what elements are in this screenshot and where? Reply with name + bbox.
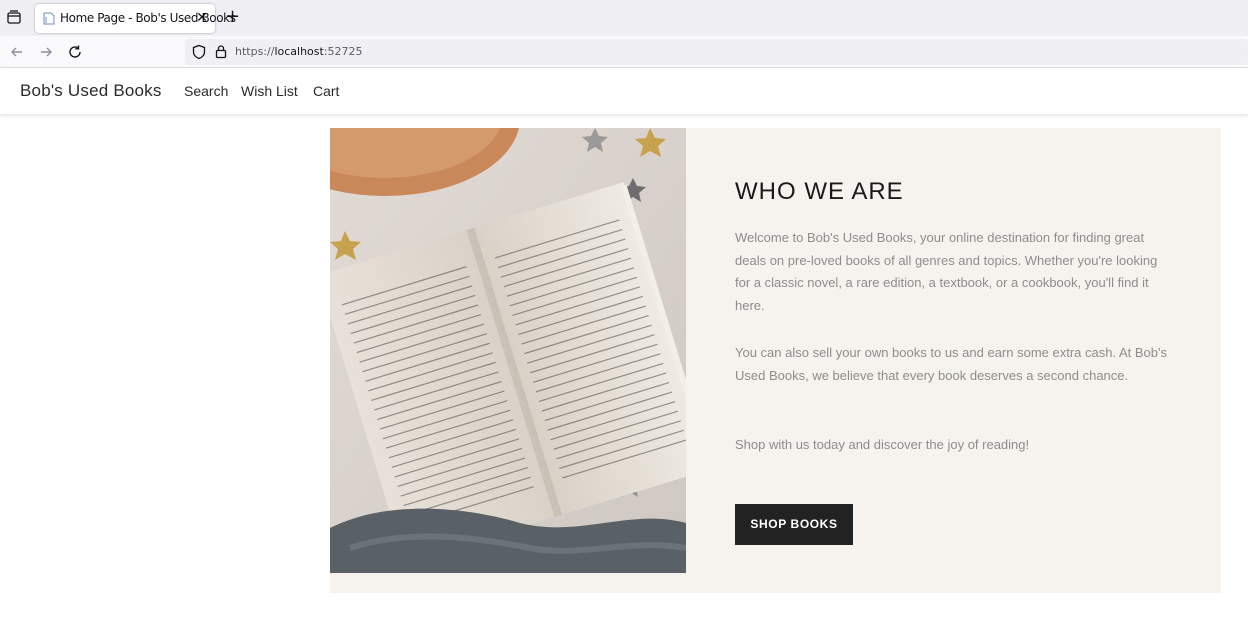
reload-icon[interactable] (67, 44, 83, 60)
hero-title: WHO WE ARE (735, 178, 904, 205)
hero-paragraph-sell: You can also sell your own books to us a… (735, 345, 1167, 383)
open-book-photo (330, 128, 686, 573)
tabs-list-icon[interactable] (6, 9, 22, 25)
url-host: localhost (274, 45, 324, 58)
hero-paragraph-intro: Welcome to Bob's Used Books, your online… (735, 230, 1158, 314)
forward-arrow-icon[interactable] (38, 44, 54, 60)
nav-link-search[interactable]: Search (184, 83, 228, 99)
hero-paragraph-shop: Shop with us today and discover the joy … (735, 437, 1030, 452)
page-favicon-icon (43, 12, 55, 25)
site-header: Bob's Used Books Search Wish List Cart (0, 69, 1248, 115)
nav-link-wish-list[interactable]: Wish List (241, 83, 298, 99)
url-port: :52725 (323, 45, 363, 58)
brand-logo[interactable]: Bob's Used Books (20, 81, 162, 101)
url-bar[interactable]: https://localhost:52725 (185, 39, 1248, 65)
back-arrow-icon[interactable] (9, 44, 25, 60)
browser-tab[interactable]: Home Page - Bob's Used Books ✕ (35, 4, 236, 33)
url-text[interactable]: https://localhost:52725 (235, 45, 363, 58)
shield-icon[interactable] (192, 44, 206, 60)
shop-books-button[interactable]: SHOP BOOKS (735, 504, 853, 545)
url-prefix: https:// (235, 45, 275, 58)
tab-title: Home Page - Bob's Used Books (60, 11, 236, 25)
lock-icon[interactable] (215, 44, 227, 59)
browser-tab-strip: Home Page - Bob's Used Books ✕ + (0, 0, 1248, 36)
close-icon[interactable]: ✕ (195, 11, 209, 25)
browser-nav-bar: https://localhost:52725 (0, 36, 1248, 68)
nav-link-cart[interactable]: Cart (313, 83, 339, 99)
plus-icon[interactable]: + (225, 8, 240, 26)
